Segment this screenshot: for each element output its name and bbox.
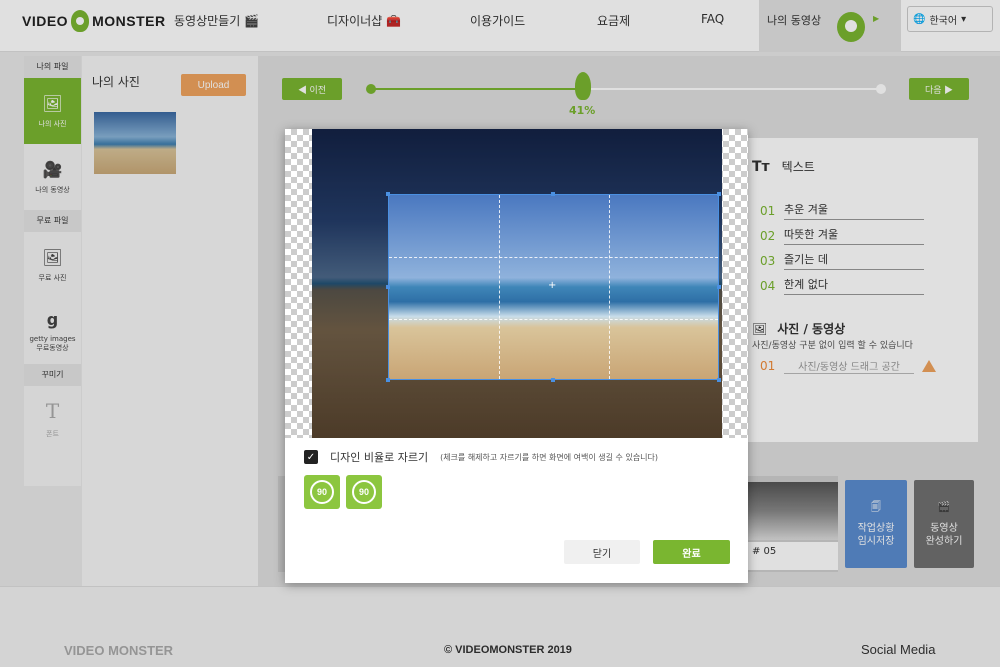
crop-handle[interactable] bbox=[551, 192, 555, 196]
crop-handle[interactable] bbox=[386, 285, 390, 289]
rotate-cw-icon: 90 bbox=[352, 480, 376, 504]
crop-handle[interactable] bbox=[717, 285, 721, 289]
crop-handle[interactable] bbox=[717, 192, 721, 196]
crop-ratio-label: 디자인 비율로 자르기 bbox=[330, 451, 429, 464]
crop-box[interactable]: + bbox=[386, 192, 721, 382]
crop-handle[interactable] bbox=[551, 378, 555, 382]
crop-handle[interactable] bbox=[717, 378, 721, 382]
rotate-right-button[interactable]: 90 bbox=[346, 475, 382, 509]
done-button[interactable]: 완료 bbox=[653, 540, 730, 564]
crop-ratio-note: (체크를 해제하고 자르기를 하면 화면에 여백이 생길 수 있습니다) bbox=[440, 452, 659, 462]
rotate-left-button[interactable]: 90 bbox=[304, 475, 340, 509]
crop-ratio-option: ✓ 디자인 비율로 자르기 (체크를 해제하고 자르기를 하면 화면에 여백이 … bbox=[304, 449, 658, 465]
close-button[interactable]: 닫기 bbox=[564, 540, 640, 564]
rotate-ccw-icon: 90 bbox=[310, 480, 334, 504]
crop-handle[interactable] bbox=[386, 192, 390, 196]
crop-ratio-checkbox[interactable]: ✓ bbox=[304, 450, 318, 464]
crosshair-icon: + bbox=[548, 280, 557, 291]
crop-modal: + ✓ 디자인 비율로 자르기 (체크를 해제하고 자르기를 하면 화면에 여백… bbox=[285, 129, 748, 583]
crop-canvas: + bbox=[285, 129, 748, 438]
crop-handle[interactable] bbox=[386, 378, 390, 382]
